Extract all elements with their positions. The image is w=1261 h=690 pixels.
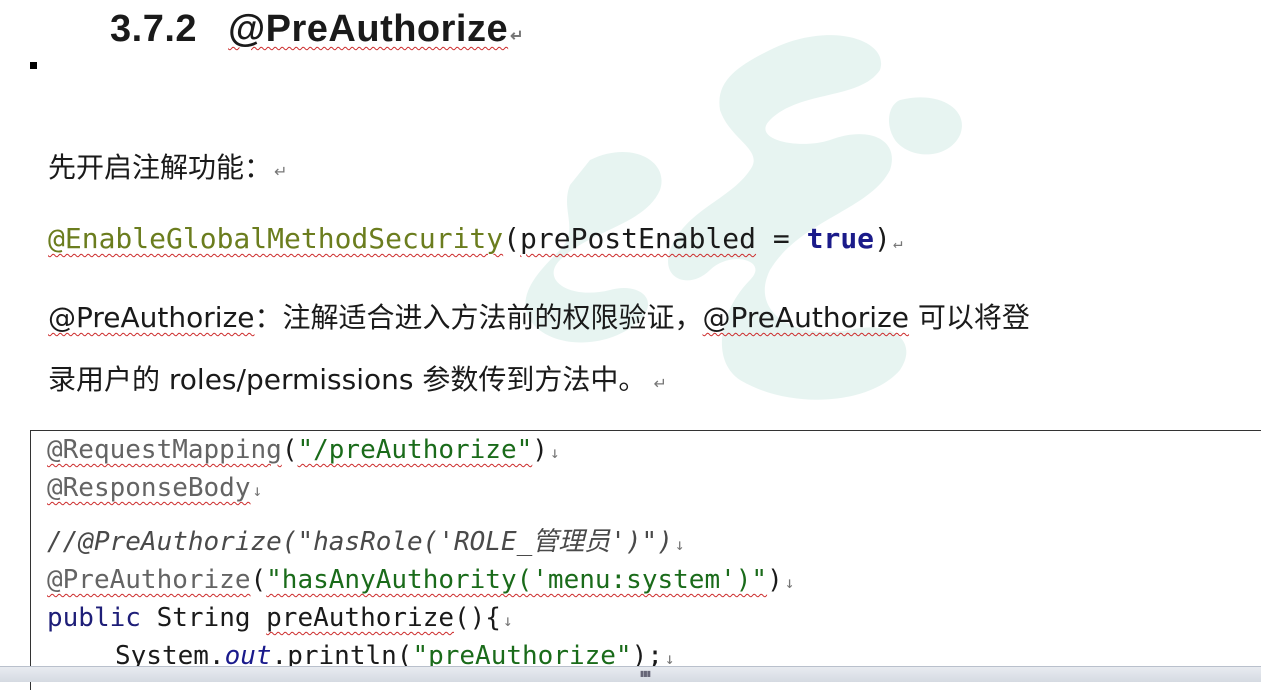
section-number: 3.7.2	[110, 8, 198, 50]
status-bar: ▮▮▮	[0, 666, 1261, 682]
intro-text: 先开启注解功能：	[48, 151, 273, 184]
paragraph-mark-icon: ↵	[892, 233, 903, 252]
code-annotation: @ResponseBody	[47, 473, 251, 503]
enable-annotation-line: @EnableGlobalMethodSecurity(prePostEnabl…	[48, 222, 903, 255]
line-break-icon: ↓	[549, 443, 560, 462]
line-break-icon: ↓	[674, 535, 685, 554]
desc-line-2-text: 录用户的 roles/permissions 参数传到方法中。	[48, 363, 647, 396]
paren-close: )	[874, 222, 891, 255]
code-annotation: @RequestMapping	[47, 435, 282, 465]
code-string: "/preAuthorize"	[297, 435, 533, 465]
code-method-name: preAuthorize	[266, 603, 454, 633]
desc-text: ：注解适合进入方法前的权限验证，	[254, 301, 703, 334]
paren-close: )	[532, 435, 548, 465]
code-type: String	[140, 603, 267, 633]
section-title: @PreAuthorize	[228, 8, 509, 50]
line-break-icon: ↓	[784, 573, 795, 592]
line-break-icon: ↓	[252, 481, 263, 500]
line-break-icon: ↓	[502, 611, 513, 630]
code-string: "hasAnyAuthority('menu:system')"	[266, 565, 768, 595]
code-line: @PreAuthorize("hasAnyAuthority('menu:sys…	[47, 565, 794, 595]
section-heading: 3.7.2 @PreAuthorize ↵	[110, 8, 524, 51]
paren-open: (	[503, 222, 521, 255]
code-line: @ResponseBody ↓	[47, 473, 262, 503]
annotation-eq: =	[756, 222, 807, 255]
paragraph-mark-icon: ↵	[510, 28, 525, 45]
code-line: //@PreAuthorize("hasRole('ROLE_管理员')") ↓	[47, 521, 685, 558]
code-line: @RequestMapping("/preAuthorize") ↓	[47, 435, 560, 465]
paragraph-mark-icon: ↵	[274, 162, 288, 181]
paren-open: (	[281, 435, 298, 465]
resize-grip-icon[interactable]: ▮▮▮	[640, 669, 651, 678]
desc-annotation-name-2: @PreAuthorize	[702, 301, 910, 334]
description-line-1: @PreAuthorize：注解适合进入方法前的权限验证，@PreAuthori…	[48, 296, 1030, 336]
paren-open: (	[250, 565, 267, 595]
desc-tail: 可以将登	[909, 301, 1030, 334]
bullet-icon	[30, 62, 37, 69]
code-line: public String preAuthorize(){↓	[47, 603, 513, 633]
code-keyword: public	[47, 603, 141, 633]
annotation-param: prePostEnabled	[520, 222, 757, 255]
code-annotation: @PreAuthorize	[47, 565, 251, 595]
code-comment: //@PreAuthorize("hasRole('ROLE_管理员')")	[47, 527, 673, 557]
description-line-2: 录用户的 roles/permissions 参数传到方法中。 ↵	[48, 358, 667, 398]
paren-close: )	[767, 565, 783, 595]
enable-annotation-name: @EnableGlobalMethodSecurity	[48, 222, 504, 255]
code-text: (){	[454, 603, 501, 633]
desc-annotation-name: @PreAuthorize	[48, 301, 255, 334]
code-block: @RequestMapping("/preAuthorize") ↓ @Respo…	[30, 430, 1261, 690]
annotation-value: true	[806, 222, 875, 255]
intro-paragraph: 先开启注解功能： ↵	[48, 146, 287, 186]
paragraph-mark-icon: ↵	[648, 374, 667, 393]
